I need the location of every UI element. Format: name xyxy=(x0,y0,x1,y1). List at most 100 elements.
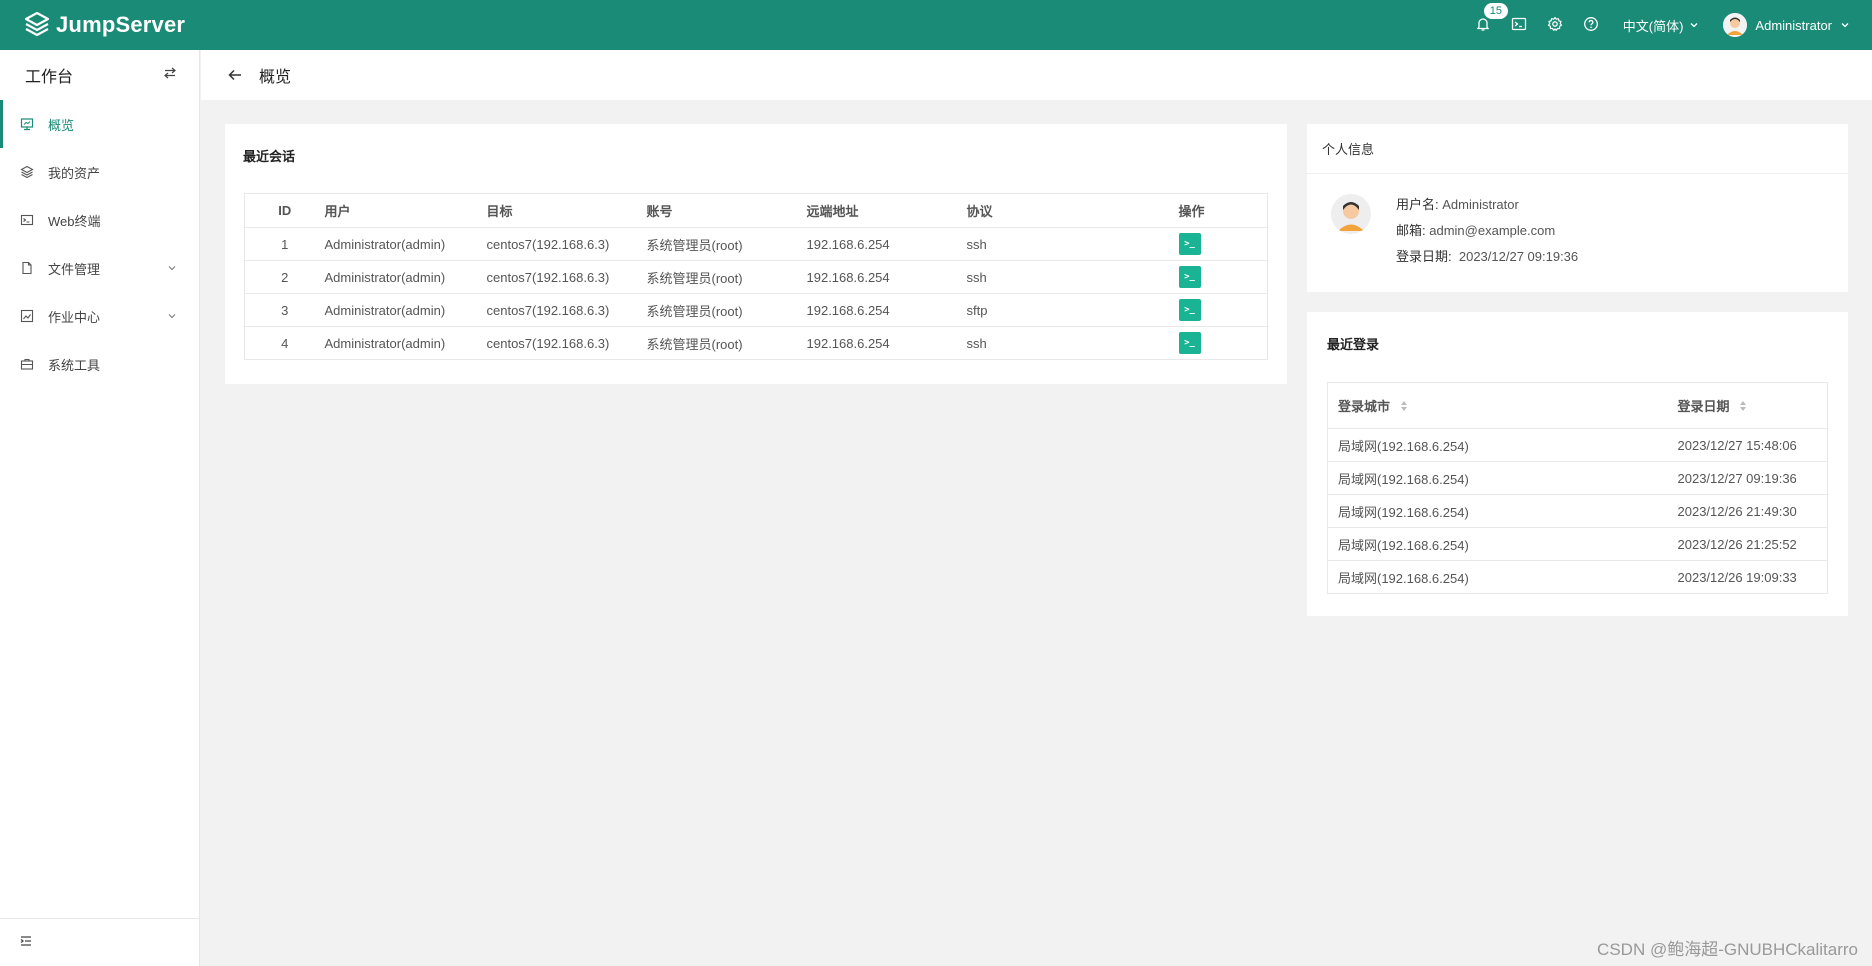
dashboard-icon xyxy=(20,117,34,131)
user-menu[interactable]: Administrator xyxy=(1723,13,1850,37)
profile-title: 个人信息 xyxy=(1307,124,1848,174)
session-account: 系统管理员(root) xyxy=(646,227,807,261)
login-date: 2023/12/26 21:49:30 xyxy=(1667,494,1828,528)
sidebar-item-label: 概览 xyxy=(48,117,75,133)
help-button[interactable] xyxy=(1573,0,1609,50)
workspace-title: 工作台 xyxy=(25,69,74,86)
table-header-row: 登录城市 登录日期 xyxy=(1327,382,1828,429)
logo[interactable]: JumpServer xyxy=(24,11,185,40)
username-label: Administrator xyxy=(1755,17,1832,33)
sort-icon[interactable] xyxy=(1400,400,1408,415)
column-header-actions: 操作 xyxy=(1178,193,1268,228)
session-actions: >_ xyxy=(1178,227,1268,261)
watermark: CSDN @鲍海超-GNUBHCkalitarro xyxy=(1597,940,1858,959)
sidebar-item-my-assets[interactable]: 我的资产 xyxy=(0,148,199,196)
table-row: 局域网(192.168.6.254) 2023/12/27 09:19:36 xyxy=(1327,461,1828,495)
page-title: 概览 xyxy=(259,69,292,86)
collapse-icon xyxy=(20,935,32,950)
sidebar-item-web-terminal[interactable]: Web终端 xyxy=(0,196,199,244)
session-target: centos7(192.168.6.3) xyxy=(486,260,647,294)
session-remote-address: 192.168.6.254 xyxy=(806,260,967,294)
username-label: 用户名: xyxy=(1396,197,1439,212)
email-value: admin@example.com xyxy=(1429,223,1556,238)
profile-username-row: 用户名: Administrator xyxy=(1396,192,1578,218)
login-date-label: 登录日期: xyxy=(1396,249,1452,264)
language-selector[interactable]: 中文(简体) xyxy=(1623,16,1700,35)
sidebar-item-system-tools[interactable]: 系统工具 xyxy=(0,340,199,388)
back-arrow-icon[interactable] xyxy=(227,67,243,83)
chevron-down-icon xyxy=(1689,18,1699,33)
sidebar-item-label: 作业中心 xyxy=(48,309,101,325)
connect-terminal-button[interactable]: >_ xyxy=(1178,233,1201,255)
recent-sessions-table: ID 用户 目标 账号 远端地址 协议 操作 1 Administrator(a… xyxy=(244,193,1268,360)
sidebar: 工作台 概览 我的资产 Web终端 文件管理 作业中心 系统工具 xyxy=(0,50,200,966)
table-row: 3 Administrator(admin) centos7(192.168.6… xyxy=(244,293,1268,327)
login-date-value: 2023/12/27 09:19:36 xyxy=(1458,249,1579,264)
column-header-login-city[interactable]: 登录城市 xyxy=(1327,382,1668,429)
login-city: 局域网(192.168.6.254) xyxy=(1327,428,1668,462)
column-header-remote-address: 远端地址 xyxy=(806,193,967,228)
column-header-login-date[interactable]: 登录日期 xyxy=(1667,382,1828,429)
page-header: 概览 xyxy=(201,50,1872,100)
connect-terminal-button[interactable]: >_ xyxy=(1178,266,1201,288)
table-row: 局域网(192.168.6.254) 2023/12/26 21:49:30 xyxy=(1327,494,1828,528)
column-header-target: 目标 xyxy=(486,193,647,228)
session-user: Administrator(admin) xyxy=(324,227,487,261)
chevron-down-icon xyxy=(167,261,177,276)
collapse-sidebar-button[interactable] xyxy=(0,918,199,966)
avatar xyxy=(1331,194,1371,234)
sidebar-item-label: Web终端 xyxy=(48,213,101,229)
table-row: 4 Administrator(admin) centos7(192.168.6… xyxy=(245,327,1268,360)
switch-view-icon[interactable] xyxy=(163,66,177,85)
login-city: 局域网(192.168.6.254) xyxy=(1327,461,1668,495)
login-date: 2023/12/27 15:48:06 xyxy=(1667,428,1828,462)
connect-terminal-button[interactable]: >_ xyxy=(1178,332,1201,354)
login-date: 2023/12/26 21:25:52 xyxy=(1667,527,1828,561)
terminal-icon xyxy=(20,213,34,227)
login-city: 局域网(192.168.6.254) xyxy=(1327,527,1668,561)
session-target: centos7(192.168.6.3) xyxy=(486,227,647,261)
profile-email-row: 邮箱: admin@example.com xyxy=(1396,218,1578,244)
workspace-header: 工作台 xyxy=(0,50,199,100)
session-actions: >_ xyxy=(1178,293,1268,327)
username-value: Administrator xyxy=(1442,197,1519,212)
table-row: 1 Administrator(admin) centos7(192.168.6… xyxy=(244,227,1268,261)
profile-card: 个人信息 用户名: Administrator 邮箱: admin@exampl… xyxy=(1307,124,1848,292)
table-header-row: ID 用户 目标 账号 远端地址 协议 操作 xyxy=(244,193,1268,228)
column-header-label: 登录日期 xyxy=(1677,398,1730,414)
session-target: centos7(192.168.6.3) xyxy=(486,293,647,327)
session-user: Administrator(admin) xyxy=(324,293,487,327)
recent-logins-table: 登录城市 登录日期 局域网(192.168.6.254) 2023/12/27 … xyxy=(1327,382,1828,594)
web-terminal-button[interactable] xyxy=(1501,0,1537,50)
login-city: 局域网(192.168.6.254) xyxy=(1327,494,1668,528)
session-account: 系统管理员(root) xyxy=(646,293,807,327)
toolbox-icon xyxy=(20,357,34,371)
avatar xyxy=(1723,13,1748,37)
sidebar-item-label: 系统工具 xyxy=(48,357,101,373)
settings-button[interactable] xyxy=(1537,0,1573,50)
sidebar-item-label: 我的资产 xyxy=(48,165,101,181)
gear-icon xyxy=(1547,16,1563,35)
column-header-id: ID xyxy=(244,193,325,228)
column-header-user: 用户 xyxy=(324,193,487,228)
logo-text: JumpServer xyxy=(56,12,186,37)
connect-terminal-button[interactable]: >_ xyxy=(1178,299,1201,321)
session-actions: >_ xyxy=(1178,260,1268,294)
table-row: 2 Administrator(admin) centos7(192.168.6… xyxy=(244,260,1268,294)
session-actions: >_ xyxy=(1178,327,1268,360)
session-remote-address: 192.168.6.254 xyxy=(806,293,967,327)
session-user: Administrator(admin) xyxy=(324,335,446,351)
session-id: 1 xyxy=(244,227,325,261)
notifications-button[interactable]: 15 xyxy=(1465,0,1509,50)
chevron-down-icon xyxy=(1840,18,1850,33)
sidebar-item-overview[interactable]: 概览 xyxy=(0,100,199,148)
sort-icon[interactable] xyxy=(1739,400,1747,415)
sidebar-item-job-center[interactable]: 作业中心 xyxy=(0,292,199,340)
session-account: 系统管理员(root) xyxy=(646,260,807,294)
profile-info: 用户名: Administrator 邮箱: admin@example.com… xyxy=(1396,192,1578,270)
sidebar-item-file-management[interactable]: 文件管理 xyxy=(0,244,199,292)
recent-logins-card: 最近登录 登录城市 登录日期 局域网(192.168.6.254) 2023/1… xyxy=(1307,312,1848,616)
job-icon xyxy=(20,309,34,323)
email-label: 邮箱: xyxy=(1396,223,1426,238)
recent-sessions-title: 最近会话 xyxy=(243,149,296,164)
